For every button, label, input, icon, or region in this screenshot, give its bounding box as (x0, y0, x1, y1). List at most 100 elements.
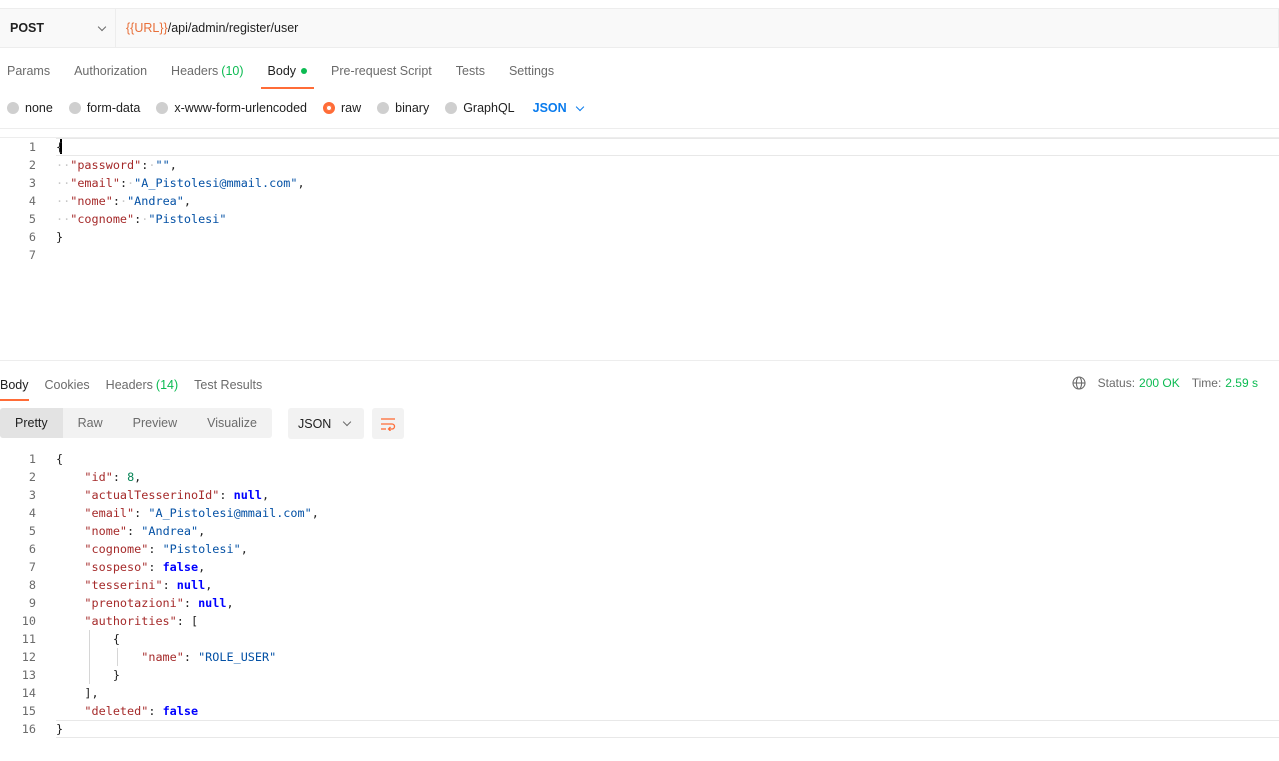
divider (0, 128, 1279, 129)
line-number: 5 (28, 212, 36, 226)
tab-body[interactable]: Body (260, 54, 315, 89)
line-number: 15 (21, 704, 36, 718)
radio-circle-selected (323, 102, 335, 114)
url-variable: {{URL}} (126, 21, 168, 35)
resp-tab-headers[interactable]: Headers (14) (106, 371, 178, 399)
request-body-editor[interactable]: 1 { 2 ··"password":·"", 3 ··"email":·"A_… (0, 138, 1279, 360)
json-key: "name" (141, 650, 184, 664)
code-text: "prenotazioni": null, (84, 596, 234, 610)
code-line: 5 ··"cognome":·"Pistolesi" (0, 210, 1279, 228)
response-body-viewer[interactable]: 1 { 2 "id": 8, 3 "actualTesserinoId": nu… (0, 450, 1279, 750)
resp-tab-body[interactable]: Body (0, 371, 29, 401)
code-line: 8 "tesserini": null, (0, 576, 1279, 594)
json-key: "sospeso" (84, 560, 149, 574)
brace-close: } (112, 668, 120, 682)
radio-binary[interactable]: binary (377, 101, 429, 115)
status-value[interactable]: 200 OK (1139, 376, 1180, 390)
radio-circle (7, 102, 19, 114)
resp-tab-test-results-label: Test Results (194, 378, 263, 392)
code-line: 2 "id": 8, (0, 468, 1279, 486)
resp-tab-test-results[interactable]: Test Results (194, 371, 262, 399)
radio-urlencoded[interactable]: x-www-form-urlencoded (156, 101, 307, 115)
wrap-lines-button[interactable] (372, 408, 404, 439)
code-text: } (56, 668, 120, 682)
json-value: "Andrea" (141, 524, 199, 538)
line-number: 11 (21, 632, 36, 646)
brace-close: } (56, 230, 64, 244)
line-number: 6 (28, 542, 36, 556)
resp-tab-cookies[interactable]: Cookies (45, 371, 90, 399)
url-path: /api/admin/register/user (167, 21, 299, 35)
code-line: 7 (0, 246, 1279, 264)
chevron-down-icon (575, 102, 584, 111)
json-value: "Pistolesi" (162, 542, 241, 556)
tab-authorization[interactable]: Authorization (67, 54, 154, 88)
view-preview-button[interactable]: Preview (118, 408, 192, 438)
headers-count: (10) (221, 64, 244, 78)
resp-headers-count: (14) (155, 378, 179, 392)
tab-prerequest-script[interactable]: Pre-request Script (324, 54, 439, 88)
radio-raw[interactable]: raw (323, 101, 361, 115)
json-key: "nome" (70, 194, 113, 208)
tab-headers[interactable]: Headers (10) (164, 54, 250, 88)
json-value: null (176, 578, 206, 592)
resp-tab-body-label: Body (0, 378, 29, 392)
code-text: "email": "A_Pistolesi@mmail.com", (84, 506, 319, 520)
code-text: ··"nome":·"Andrea", (56, 194, 191, 208)
radio-form-data-label: form-data (86, 101, 141, 115)
view-raw-button[interactable]: Raw (63, 408, 118, 438)
code-text: ··"password":·"", (56, 158, 177, 172)
time-value[interactable]: 2.59 s (1225, 376, 1258, 390)
code-line: 6 } (0, 228, 1279, 246)
response-format-select[interactable]: JSON (288, 408, 364, 439)
code-text: ··"email":·"A_Pistolesi@mmail.com", (56, 176, 305, 190)
response-view-modes: Pretty Raw Preview Visualize (0, 408, 272, 438)
json-key: "cognome" (70, 212, 135, 226)
line-number: 8 (28, 578, 36, 592)
brace-open: { (56, 140, 64, 154)
radio-none[interactable]: none (7, 101, 53, 115)
json-key: "password" (70, 158, 142, 172)
code-line: 16 } (0, 720, 1279, 738)
code-text: "deleted": false (84, 704, 199, 718)
code-text: "cognome": "Pistolesi", (84, 542, 248, 556)
json-value: "ROLE_USER" (198, 650, 277, 664)
method-select[interactable]: POST (0, 9, 116, 47)
json-key: "deleted" (84, 704, 149, 718)
tab-settings[interactable]: Settings (502, 54, 561, 88)
line-number: 2 (28, 158, 36, 172)
view-preview-label: Preview (132, 416, 178, 430)
request-tabs: Params Authorization Headers (10) Body Pr… (0, 54, 571, 90)
json-value: false (162, 704, 199, 718)
line-number: 4 (28, 506, 36, 520)
tab-params-label: Params (7, 64, 51, 78)
tab-params[interactable]: Params (0, 54, 57, 88)
tab-prerequest-label: Pre-request Script (331, 64, 432, 78)
raw-format-select[interactable]: JSON (533, 101, 584, 115)
tab-tests[interactable]: Tests (449, 54, 492, 88)
line-number: 10 (21, 614, 36, 628)
chevron-down-icon (97, 22, 107, 31)
response-status: Status: 200 OK Time: 2.59 s (1072, 376, 1270, 390)
tab-settings-label: Settings (508, 64, 555, 78)
view-pretty-button[interactable]: Pretty (0, 408, 63, 438)
line-number: 3 (28, 176, 36, 190)
json-key: "email" (70, 176, 120, 190)
radio-graphql[interactable]: GraphQL (445, 101, 515, 115)
view-visualize-button[interactable]: Visualize (192, 408, 272, 438)
globe-icon[interactable] (1072, 376, 1086, 390)
json-key: "nome" (84, 524, 128, 538)
radio-form-data[interactable]: form-data (68, 101, 141, 115)
pane-divider[interactable] (0, 360, 1279, 361)
json-key: "actualTesserinoId" (84, 488, 220, 502)
code-line: 4 ··"nome":·"Andrea", (0, 192, 1279, 210)
tab-authorization-label: Authorization (74, 64, 148, 78)
code-line: 1 { (0, 138, 1279, 156)
url-input[interactable]: {{URL}}/api/admin/register/user (116, 9, 1278, 47)
code-text: { (56, 452, 63, 466)
body-indicator-dot (301, 68, 308, 74)
line-number: 1 (28, 452, 36, 466)
line-number: 7 (28, 560, 36, 574)
brace-open: { (56, 452, 64, 466)
code-text: "id": 8, (84, 470, 142, 484)
